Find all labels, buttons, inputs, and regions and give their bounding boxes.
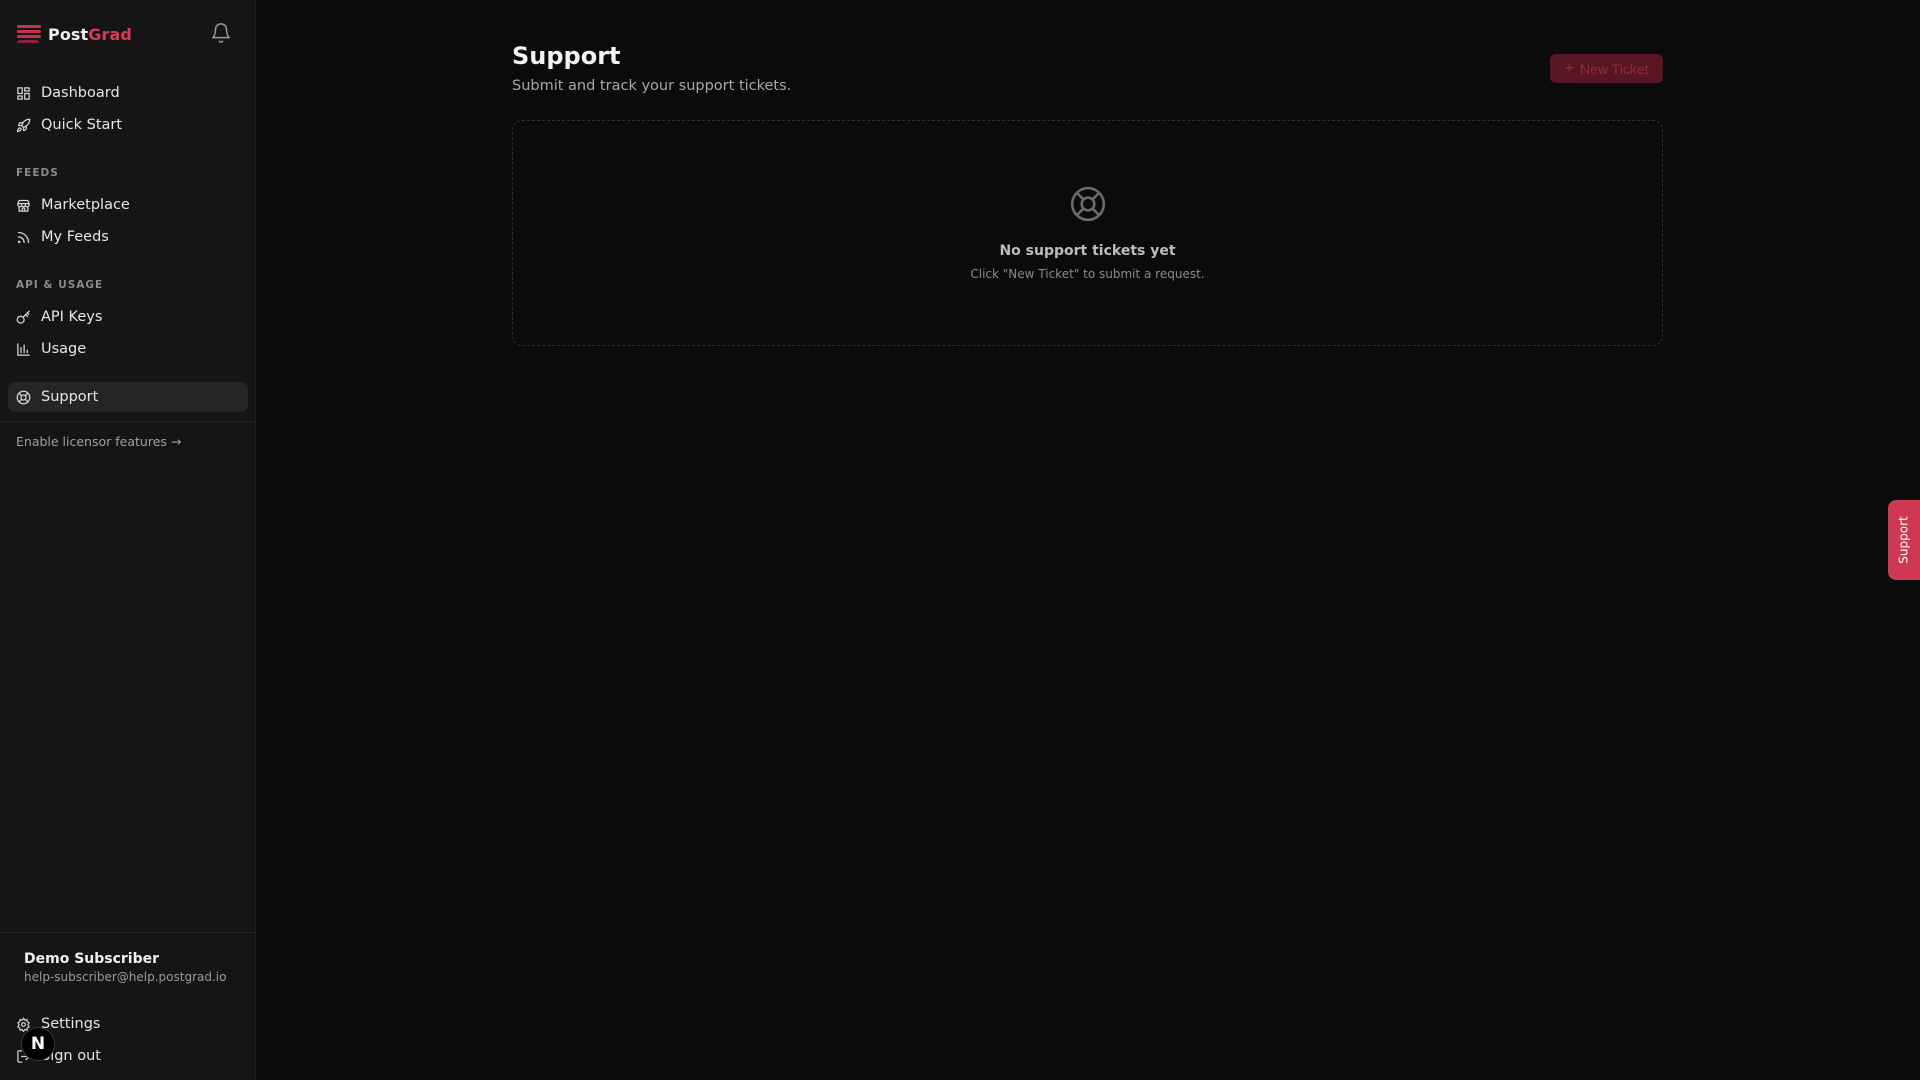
empty-state-hint: Click "New Ticket" to submit a request. <box>970 267 1205 281</box>
next-dev-badge[interactable]: N <box>21 1027 55 1061</box>
nav-item-label: API Keys <box>41 309 103 325</box>
sidebar: PostGrad Dashboard Quick Start FEEDS Mar… <box>0 0 256 1080</box>
nav-item-quick-start[interactable]: Quick Start <box>8 110 248 140</box>
support-tab-label: Support <box>1897 516 1911 564</box>
nav-item-dashboard[interactable]: Dashboard <box>8 78 248 108</box>
user-info: Demo Subscriber help-subscriber@help.pos… <box>24 951 226 984</box>
nav-item-api-keys[interactable]: API Keys <box>8 302 248 332</box>
nav-item-label: Usage <box>41 341 87 357</box>
empty-state-panel: No support tickets yet Click "New Ticket… <box>512 120 1663 346</box>
empty-state-title: No support tickets yet <box>999 243 1176 259</box>
rocket-icon <box>16 118 31 132</box>
lifebuoy-icon <box>16 390 31 404</box>
rss-icon <box>17 231 30 243</box>
user-email: help-subscriber@help.postgrad.io <box>24 970 227 984</box>
floating-support-tab[interactable]: Support <box>1888 500 1920 580</box>
nav-item-label: Support <box>41 389 99 405</box>
section-label-feeds: FEEDS <box>16 167 59 179</box>
nav-item-label: Dashboard <box>41 85 120 101</box>
settings-label: Settings <box>41 1016 101 1032</box>
brand-name: PostGrad <box>48 24 132 44</box>
new-ticket-label: New Ticket <box>1579 60 1649 77</box>
nav-item-usage[interactable]: Usage <box>8 334 248 364</box>
nav-item-label: Marketplace <box>41 197 130 213</box>
nav-item-label: My Feeds <box>41 229 109 245</box>
store-icon <box>17 199 30 212</box>
bell-icon[interactable] <box>210 22 232 44</box>
user-name: Demo Subscriber <box>24 951 160 967</box>
plus-icon: + <box>1564 59 1574 77</box>
dashboard-icon <box>17 86 30 100</box>
postgrad-logo-icon <box>17 25 41 43</box>
page-subtitle: Submit and track your support tickets. <box>512 78 792 94</box>
enable-licensor-link[interactable]: Enable licensor features → <box>16 434 181 449</box>
key-icon <box>16 310 30 324</box>
nav-item-label: Quick Start <box>41 117 123 133</box>
new-ticket-button[interactable]: + New Ticket <box>1550 54 1663 83</box>
brand[interactable]: PostGrad <box>16 20 132 48</box>
page-title: Support <box>512 42 621 70</box>
lifebuoy-icon <box>1070 186 1106 222</box>
nav-item-my-feeds[interactable]: My Feeds <box>8 222 248 252</box>
nav-item-marketplace[interactable]: Marketplace <box>8 190 248 220</box>
sidebar-divider <box>0 932 255 933</box>
sidebar-divider <box>0 421 255 422</box>
nav-item-support[interactable]: Support <box>8 382 248 412</box>
section-label-api-usage: API & USAGE <box>16 279 104 291</box>
bar-chart-icon <box>17 342 30 356</box>
